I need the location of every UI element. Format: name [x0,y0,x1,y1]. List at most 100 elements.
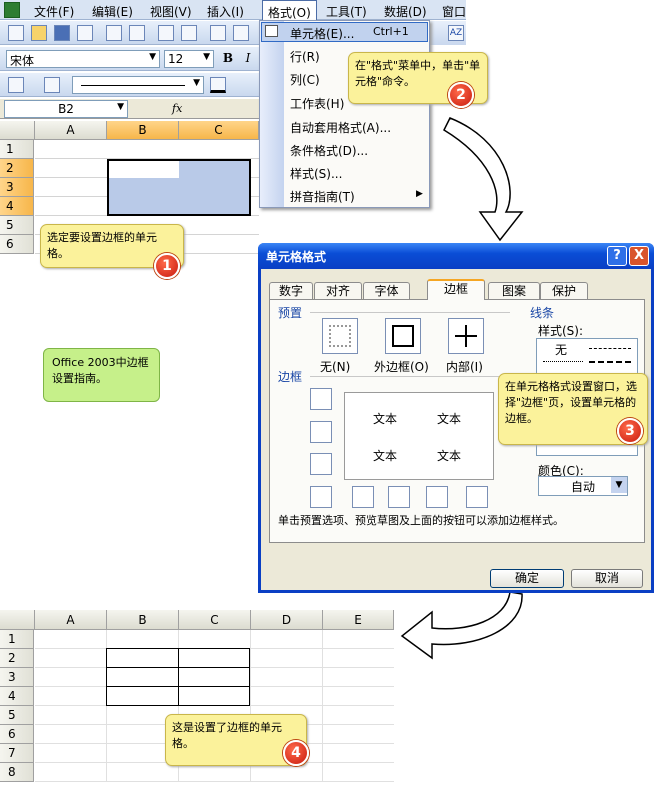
result-row-header-4[interactable]: 4 [0,687,34,706]
tab-border[interactable]: 边框 [427,279,485,300]
chevron-down-icon: ▼ [611,477,627,493]
result-row-header-6[interactable]: 6 [0,725,34,744]
preset-outline-button[interactable] [385,318,421,354]
column-header-c[interactable]: C [179,121,259,140]
result-row-header-2[interactable]: 2 [0,649,34,668]
border-bottom-button[interactable] [310,453,332,475]
menu-file[interactable]: 文件(F) [34,3,74,20]
ok-button[interactable]: 确定 [490,569,564,588]
border-diagonal-down-button[interactable] [466,486,488,508]
line-style-select[interactable]: ▼ [72,76,204,94]
preset-none-button[interactable] [322,318,358,354]
bold-button[interactable]: B [220,51,236,67]
border-right-button[interactable] [426,486,448,508]
result-column-header-b[interactable]: B [107,610,179,630]
help-button[interactable]: ? [607,246,627,266]
result-column-header-a[interactable]: A [35,610,107,630]
tab-alignment[interactable]: 对齐 [314,282,362,299]
print-icon[interactable] [106,25,122,41]
borders-icon[interactable] [8,77,24,93]
tab-number[interactable]: 数字 [269,282,313,299]
row-header-1[interactable]: 1 [0,140,34,159]
tab-patterns[interactable]: 图案 [488,282,540,299]
italic-button[interactable]: I [240,51,256,67]
select-all-corner[interactable] [0,121,35,140]
save-icon[interactable] [54,25,70,41]
menu-window[interactable]: 窗口 [442,3,466,20]
result-select-all-corner[interactable] [0,610,35,630]
border-top-button[interactable] [310,388,332,410]
tab-font[interactable]: 字体 [363,282,410,299]
menu-tools[interactable]: 工具(T) [326,3,367,20]
font-name-select[interactable]: 宋体 ▼ [6,50,160,68]
active-cell-b2[interactable] [109,161,179,178]
column-header-b[interactable]: B [107,121,179,140]
menu-insert[interactable]: 插入(I) [207,3,244,20]
menu-edit[interactable]: 编辑(E) [92,3,133,20]
toolbar-right-fragment: AZ [430,21,466,45]
menu-item-autoformat[interactable]: 自动套用格式(A)... [290,119,391,136]
border-left-button[interactable] [352,486,374,508]
new-icon[interactable] [8,25,24,41]
print-preview-icon[interactable] [129,25,145,41]
result-row-header-1[interactable]: 1 [0,630,34,649]
row-header-6[interactable]: 6 [0,235,34,254]
menu-icon-strip [260,21,284,207]
bordered-inner-h2 [107,686,249,687]
result-row-header-7[interactable]: 7 [0,744,34,763]
close-button[interactable]: X [629,246,649,266]
line-color-icon[interactable] [210,77,226,93]
cancel-button[interactable]: 取消 [571,569,643,588]
result-column-header-c[interactable]: C [179,610,251,630]
selected-range-b2-c4[interactable] [107,159,251,216]
result-column-header-e[interactable]: E [323,610,394,630]
guide-title-box: Office 2003中边框设置指南。 [43,348,160,402]
spelling-icon[interactable] [158,25,174,41]
result-row-header-5[interactable]: 5 [0,706,34,725]
bordered-range-b2-c4[interactable] [106,648,250,706]
line-style-dashdot[interactable] [589,348,631,349]
menu-item-style[interactable]: 样式(S)... [290,165,342,182]
open-icon[interactable] [31,25,47,41]
result-row-header-3[interactable]: 3 [0,668,34,687]
sort-ascending-icon[interactable]: AZ [448,25,464,41]
menu-item-sheet[interactable]: 工作表(H) [290,95,344,112]
line-style-dashed[interactable] [589,361,631,363]
line-style-none[interactable]: 无 [555,341,567,358]
row-header-5[interactable]: 5 [0,216,34,235]
border-preview[interactable]: 文本 文本 文本 文本 [344,392,494,480]
row-header-4[interactable]: 4 [0,197,34,216]
insert-function-icon[interactable]: fx [172,102,182,115]
tab-protection[interactable]: 保护 [540,282,588,299]
menu-item-conditional-format[interactable]: 条件格式(D)... [290,142,368,159]
menu-item-row[interactable]: 行(R) [290,48,320,65]
border-diagonal-up-button[interactable] [310,486,332,508]
border-center-button[interactable] [388,486,410,508]
menu-item-phonetic[interactable]: 拼音指南(T) [290,188,355,205]
eraser-icon[interactable] [44,77,60,93]
row-header-2[interactable]: 2 [0,159,34,178]
menu-format[interactable]: 格式(O) [262,0,317,20]
permission-icon[interactable] [77,25,93,41]
result-sheet: A B C D E 1 2 3 4 5 6 7 8 [0,610,394,798]
flow-arrow-to-result [400,591,523,660]
result-row-header-8[interactable]: 8 [0,763,34,782]
result-column-header-d[interactable]: D [251,610,323,630]
row-header-3[interactable]: 3 [0,178,34,197]
research-icon[interactable] [181,25,197,41]
color-select[interactable]: 自动 ▼ [538,476,628,496]
menu-view[interactable]: 视图(V) [150,3,192,20]
line-style-dotted[interactable] [543,361,583,362]
font-size-select[interactable]: 12 ▼ [164,50,214,68]
excel-app-icon [4,2,20,18]
preset-label: 预置 [278,306,303,320]
border-middle-button[interactable] [310,421,332,443]
preset-inside-button[interactable] [448,318,484,354]
bordered-inner-vertical [178,649,179,705]
name-box[interactable]: B2 ▼ [4,100,128,118]
cut-icon[interactable] [210,25,226,41]
menu-data[interactable]: 数据(D) [384,3,427,20]
menu-item-column[interactable]: 列(C) [290,71,320,88]
column-header-a[interactable]: A [35,121,107,140]
copy-icon[interactable] [233,25,249,41]
